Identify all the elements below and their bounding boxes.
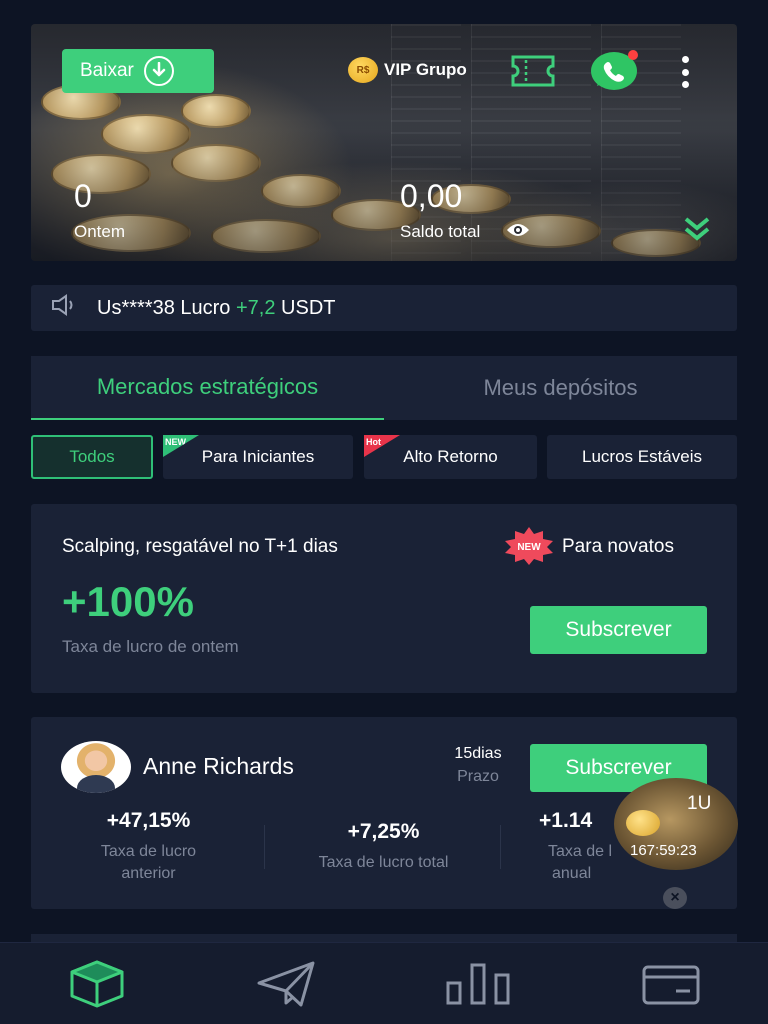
whatsapp-icon[interactable] [590, 48, 640, 92]
hot-tag: Hot [364, 435, 400, 457]
trader-name: Anne Richards [143, 753, 294, 779]
real-coin-icon: R$ [348, 57, 378, 83]
notice-currency: USDT [281, 296, 336, 319]
nav-cube-icon[interactable] [68, 959, 128, 1009]
ticket-icon[interactable] [510, 54, 556, 88]
yesterday-value: 0 [74, 178, 92, 214]
previous-rate-value: +47,15% [106, 809, 191, 832]
filter-stable-profits[interactable]: Lucros Estáveis [547, 435, 737, 479]
market-tabs: Mercados estratégicos Meus depósitos [31, 356, 737, 420]
product-title: Scalping, resgatável no T+1 dias [62, 536, 338, 557]
yesterday-rate: +100% [62, 578, 194, 625]
filter-beginners-label: Para Iniciantes [201, 447, 315, 466]
coin-icon [626, 810, 660, 836]
term-label: Prazo [457, 768, 499, 785]
total-rate-label: Taxa de lucro total [318, 854, 449, 871]
filter-high-return-label: Alto Retorno [403, 447, 498, 466]
audience-label: Para novatos [562, 536, 674, 557]
product-card-scalping[interactable]: Scalping, resgatável no T+1 dias NEW Par… [31, 504, 737, 693]
total-rate-value: +7,25% [347, 820, 420, 843]
term-days: 15dias [454, 745, 502, 762]
notice-amount: +7,2 [235, 296, 276, 319]
new-badge-text: NEW [517, 542, 541, 553]
yesterday-label: Ontem [74, 222, 126, 241]
bottom-nav [0, 942, 768, 1024]
metric-divider [500, 825, 501, 869]
filter-all-label: Todos [69, 447, 115, 466]
download-icon [143, 56, 174, 86]
balance-value: 0,00 [400, 178, 463, 214]
eye-icon[interactable] [506, 222, 530, 238]
more-vertical-icon[interactable] [678, 56, 692, 88]
nav-wallet-icon[interactable] [642, 959, 702, 1009]
reward-timer-bubble[interactable]: 1U 167:59:23 [614, 778, 738, 870]
notice-user: Us****38 Lucro [97, 296, 231, 319]
balance-label: Saldo total [400, 222, 481, 241]
speaker-icon [51, 294, 79, 322]
annual-rate-value: +1.14 [539, 809, 593, 832]
metric-divider [264, 825, 265, 869]
vip-group-button[interactable]: R$ VIP Grupo [348, 56, 467, 84]
notice-text: Us****38 Lucro +7,2 USDT [97, 297, 335, 320]
nav-send-icon[interactable] [256, 959, 316, 1009]
filter-beginners[interactable]: NEW Para Iniciantes [163, 435, 353, 479]
new-badge: NEW [503, 526, 555, 566]
download-button[interactable]: Baixar [62, 49, 214, 93]
nav-bar-chart-icon[interactable] [446, 959, 510, 1009]
chevron-double-down-icon[interactable] [683, 216, 711, 242]
reward-countdown: 167:59:23 [630, 842, 697, 859]
new-tag: NEW [163, 435, 199, 457]
download-label: Baixar [80, 60, 134, 81]
filter-stable-profits-label: Lucros Estáveis [582, 447, 702, 466]
filter-all[interactable]: Todos [31, 435, 153, 479]
subscribe-button[interactable]: Subscrever [530, 606, 707, 654]
profit-notice-bar: Us****38 Lucro +7,2 USDT [31, 285, 737, 331]
yesterday-rate-label: Taxa de lucro de ontem [62, 637, 239, 656]
previous-rate-label: Taxa de lucro anterior [100, 843, 197, 882]
reward-amount: 1U [687, 793, 712, 814]
avatar [61, 741, 131, 793]
filter-high-return[interactable]: Hot Alto Retorno [364, 435, 537, 479]
tab-my-deposits[interactable]: Meus depósitos [384, 356, 737, 420]
vip-label: VIP Grupo [384, 60, 467, 79]
close-icon[interactable]: × [663, 887, 687, 909]
tab-strategic-markets[interactable]: Mercados estratégicos [31, 356, 384, 420]
app-page: Baixar R$ VIP Grupo 0 Ontem 0,00 Saldo t… [0, 0, 768, 1024]
